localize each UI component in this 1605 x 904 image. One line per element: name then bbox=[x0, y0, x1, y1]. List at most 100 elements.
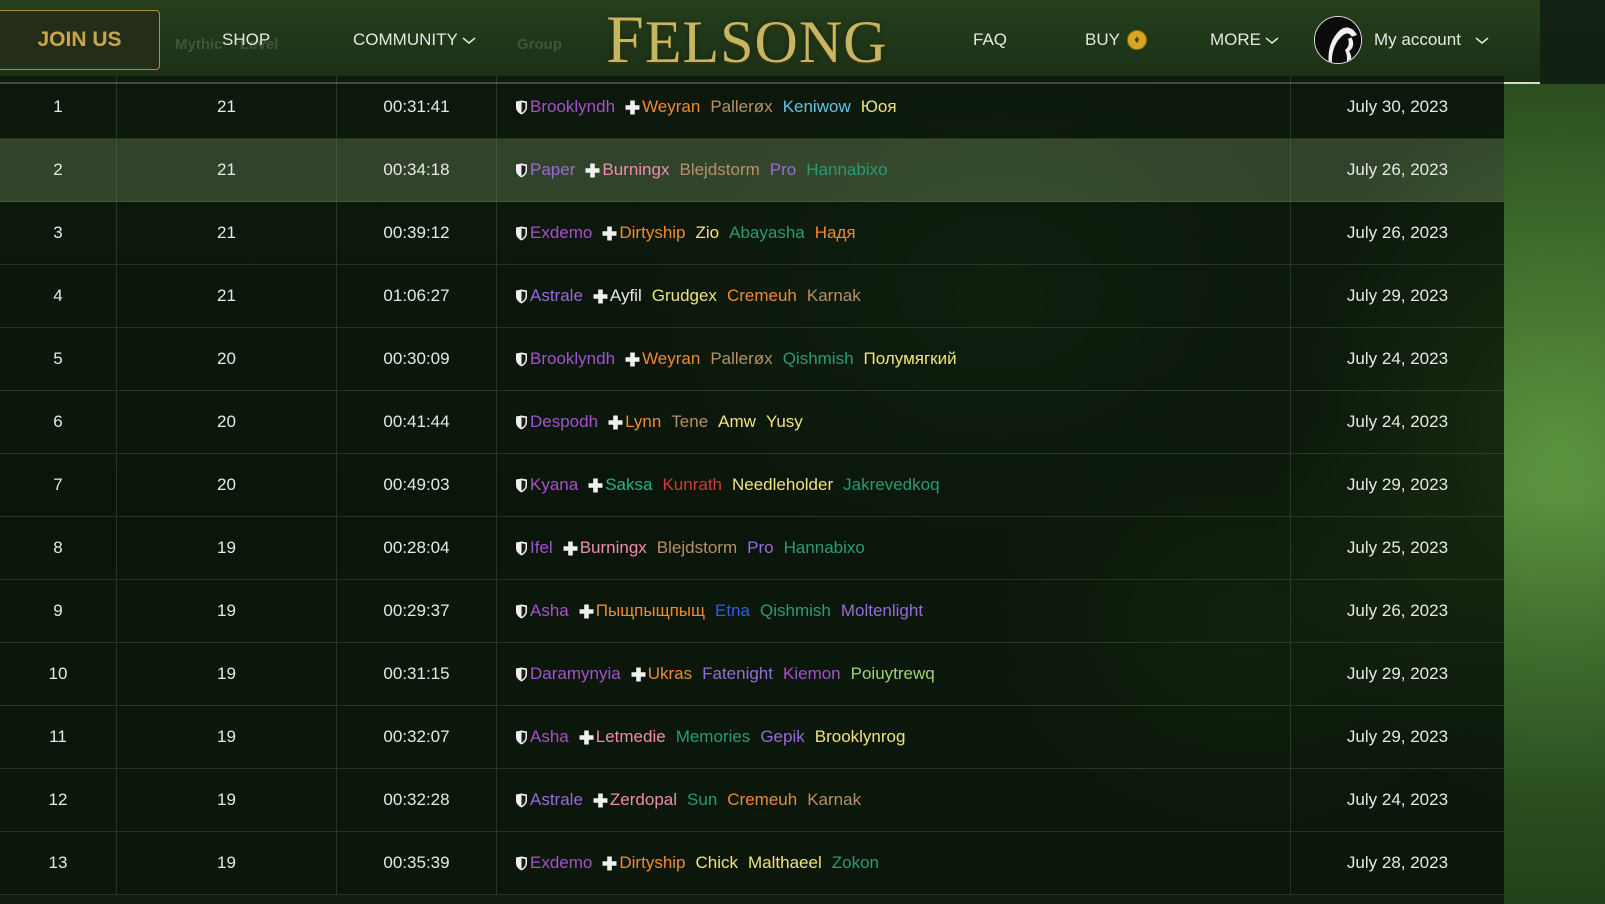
group-member[interactable]: Letmedie bbox=[579, 727, 666, 747]
member-name[interactable]: Ifel bbox=[530, 538, 553, 558]
group-member[interactable]: Poiuytrewq bbox=[851, 664, 935, 684]
group-member[interactable]: Moltenlight bbox=[841, 601, 923, 621]
member-name[interactable]: Exdemo bbox=[530, 223, 592, 243]
member-name[interactable]: Ukras bbox=[648, 664, 692, 684]
member-name[interactable]: Memories bbox=[676, 727, 751, 747]
member-name[interactable]: Brooklyndh bbox=[530, 97, 615, 117]
group-member[interactable]: Chick bbox=[696, 853, 739, 873]
member-name[interactable]: Burningx bbox=[602, 160, 669, 180]
nav-my-account[interactable]: My account bbox=[1374, 30, 1489, 50]
group-member[interactable]: Weyran bbox=[625, 97, 700, 117]
table-row[interactable]: 9 19 00:29:37 Asha Пыщпыщпыщ Etna Qishmish Molt… bbox=[0, 580, 1504, 643]
group-member[interactable]: Brooklyndh bbox=[515, 97, 615, 117]
member-name[interactable]: Letmedie bbox=[596, 727, 666, 747]
nav-community[interactable]: COMMUNITY bbox=[353, 30, 476, 50]
group-member[interactable]: Fatenight bbox=[702, 664, 773, 684]
member-name[interactable]: Karnak bbox=[807, 286, 861, 306]
member-name[interactable]: Pallerøx bbox=[710, 97, 772, 117]
table-row[interactable]: 13 19 00:35:39 Exdemo Dirtyship Chick Malthaee… bbox=[0, 832, 1504, 895]
group-member[interactable]: Needleholder bbox=[732, 475, 833, 495]
table-row[interactable]: 4 21 01:06:27 Astrale Ayfil Grudgex Cremeuh Kar… bbox=[0, 265, 1504, 328]
group-member[interactable]: Пыщпыщпыщ bbox=[579, 601, 705, 621]
group-member[interactable]: Grudgex bbox=[652, 286, 717, 306]
member-name[interactable]: Полумягкий bbox=[864, 349, 957, 369]
nav-buy[interactable]: BUY ♦ bbox=[1085, 30, 1147, 50]
member-name[interactable]: Astrale bbox=[530, 790, 583, 810]
member-name[interactable]: Weyran bbox=[642, 349, 700, 369]
group-member[interactable]: Ifel bbox=[515, 538, 553, 558]
group-member[interactable]: Saksa bbox=[588, 475, 652, 495]
member-name[interactable]: Qishmish bbox=[760, 601, 831, 621]
group-member[interactable]: Pallerøx bbox=[710, 97, 772, 117]
group-member[interactable]: Amw bbox=[718, 412, 756, 432]
felsong-logo[interactable]: FELSONG bbox=[606, 5, 888, 75]
member-name[interactable]: Asha bbox=[530, 727, 569, 747]
group-member[interactable]: Malthaeel bbox=[748, 853, 822, 873]
group-member[interactable]: Zokon bbox=[832, 853, 879, 873]
member-name[interactable]: Daramynyia bbox=[530, 664, 621, 684]
group-member[interactable]: Abayasha bbox=[729, 223, 805, 243]
member-name[interactable]: Yusy bbox=[766, 412, 803, 432]
member-name[interactable]: Blejdstorm bbox=[657, 538, 737, 558]
member-name[interactable]: Пыщпыщпыщ bbox=[596, 601, 705, 621]
group-member[interactable]: Qishmish bbox=[783, 349, 854, 369]
member-name[interactable]: Cremeuh bbox=[727, 790, 797, 810]
group-member[interactable]: Brooklyndh bbox=[515, 349, 615, 369]
table-row[interactable]: 12 19 00:32:28 Astrale Zerdopal Sun Cremeuh Kar… bbox=[0, 769, 1504, 832]
group-member[interactable]: Karnak bbox=[807, 790, 861, 810]
member-name[interactable]: Poiuytrewq bbox=[851, 664, 935, 684]
group-member[interactable]: Tene bbox=[671, 412, 708, 432]
table-row[interactable]: 10 19 00:31:15 Daramynyia Ukras Fatenight Kiem… bbox=[0, 643, 1504, 706]
member-name[interactable]: Burningx bbox=[580, 538, 647, 558]
member-name[interactable]: Chick bbox=[696, 853, 739, 873]
group-member[interactable]: Asha bbox=[515, 601, 569, 621]
group-member[interactable]: Astrale bbox=[515, 286, 583, 306]
member-name[interactable]: Grudgex bbox=[652, 286, 717, 306]
group-member[interactable]: Burningx bbox=[563, 538, 647, 558]
group-member[interactable]: Asha bbox=[515, 727, 569, 747]
member-name[interactable]: Despodh bbox=[530, 412, 598, 432]
join-us-button[interactable]: JOIN US bbox=[0, 10, 160, 70]
member-name[interactable]: Hannabixo bbox=[784, 538, 865, 558]
table-row[interactable]: 6 20 00:41:44 Despodh Lynn Tene Amw Yusy July 24… bbox=[0, 391, 1504, 454]
group-member[interactable]: Hannabixo bbox=[784, 538, 865, 558]
group-member[interactable]: Cremeuh bbox=[727, 790, 797, 810]
group-member[interactable]: Astrale bbox=[515, 790, 583, 810]
group-member[interactable]: Keniwow bbox=[783, 97, 851, 117]
group-member[interactable]: Despodh bbox=[515, 412, 598, 432]
member-name[interactable]: Needleholder bbox=[732, 475, 833, 495]
member-name[interactable]: Blejdstorm bbox=[679, 160, 759, 180]
group-member[interactable]: Юоя bbox=[861, 97, 897, 117]
group-member[interactable]: Sun bbox=[687, 790, 717, 810]
group-member[interactable]: Ayfil bbox=[593, 286, 642, 306]
member-name[interactable]: Zio bbox=[696, 223, 720, 243]
group-member[interactable]: Etna bbox=[715, 601, 750, 621]
group-member[interactable]: Daramynyia bbox=[515, 664, 621, 684]
group-member[interactable]: Zerdopal bbox=[593, 790, 677, 810]
member-name[interactable]: Ayfil bbox=[610, 286, 642, 306]
group-member[interactable]: Gepik bbox=[760, 727, 804, 747]
group-member[interactable]: Kiemon bbox=[783, 664, 841, 684]
group-member[interactable]: Weyran bbox=[625, 349, 700, 369]
table-row[interactable]: 7 20 00:49:03 Kyana Saksa Kunrath Needleholder… bbox=[0, 454, 1504, 517]
group-member[interactable]: Yusy bbox=[766, 412, 803, 432]
member-name[interactable]: Qishmish bbox=[783, 349, 854, 369]
member-name[interactable]: Paper bbox=[530, 160, 575, 180]
member-name[interactable]: Abayasha bbox=[729, 223, 805, 243]
group-member[interactable]: Burningx bbox=[585, 160, 669, 180]
group-member[interactable]: Dirtyship bbox=[602, 853, 686, 873]
group-member[interactable]: Dirtyship bbox=[602, 223, 686, 243]
member-name[interactable]: Brooklyndh bbox=[530, 349, 615, 369]
group-member[interactable]: Pallerøx bbox=[710, 349, 772, 369]
nav-shop[interactable]: SHOP bbox=[222, 30, 270, 50]
member-name[interactable]: Dirtyship bbox=[619, 853, 685, 873]
member-name[interactable]: Надя bbox=[815, 223, 856, 243]
member-name[interactable]: Kunrath bbox=[662, 475, 722, 495]
table-row[interactable]: 5 20 00:30:09 Brooklyndh Weyran Pallerøx Qishm… bbox=[0, 328, 1504, 391]
member-name[interactable]: Amw bbox=[718, 412, 756, 432]
member-name[interactable]: Keniwow bbox=[783, 97, 851, 117]
table-row[interactable]: 8 19 00:28:04 Ifel Burningx Blejdstorm Pro Hann… bbox=[0, 517, 1504, 580]
member-name[interactable]: Etna bbox=[715, 601, 750, 621]
member-name[interactable]: Jakrevedkoq bbox=[843, 475, 939, 495]
group-member[interactable]: Полумягкий bbox=[864, 349, 957, 369]
